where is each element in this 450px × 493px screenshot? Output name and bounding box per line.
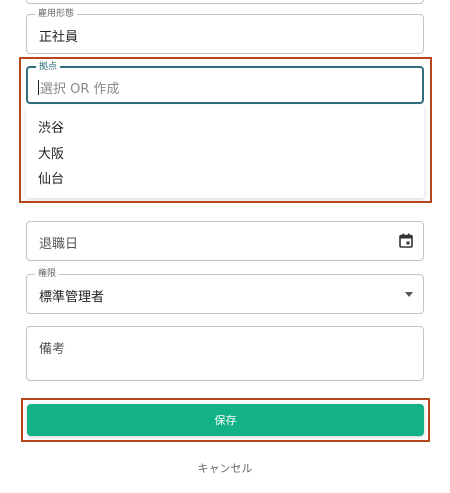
- permission-select[interactable]: 権限 標準管理者: [26, 268, 424, 314]
- previous-field-bottom: [26, 0, 424, 4]
- base-option-osaka[interactable]: 大阪: [38, 143, 64, 162]
- base-option-shibuya[interactable]: 渋谷: [38, 117, 64, 136]
- cancel-button[interactable]: キャンセル: [0, 460, 450, 476]
- employment-type-value: 正社員: [39, 30, 79, 45]
- base-input-placeholder: 選択 OR 作成: [40, 82, 120, 97]
- retirement-date-placeholder: 退職日: [39, 237, 79, 252]
- notes-textarea[interactable]: 備考: [26, 326, 424, 381]
- base-label: 拠点: [36, 61, 61, 73]
- chevron-down-icon: [405, 292, 413, 297]
- base-autocomplete-field[interactable]: 拠点 選択 OR 作成: [26, 61, 424, 104]
- notes-placeholder: 備考: [39, 342, 66, 357]
- base-option-sendai[interactable]: 仙台: [38, 168, 64, 187]
- text-caret: [38, 80, 39, 95]
- permission-value: 標準管理者: [39, 290, 105, 305]
- base-options-menu: 渋谷 大阪 仙台: [26, 106, 424, 198]
- employment-type-field[interactable]: 雇用形態 正社員: [26, 8, 424, 54]
- save-button[interactable]: 保存: [27, 404, 424, 436]
- calendar-icon[interactable]: [399, 233, 413, 248]
- permission-label: 権限: [35, 268, 60, 280]
- retirement-date-field[interactable]: 退職日: [26, 221, 424, 261]
- employment-type-label: 雇用形態: [35, 8, 78, 20]
